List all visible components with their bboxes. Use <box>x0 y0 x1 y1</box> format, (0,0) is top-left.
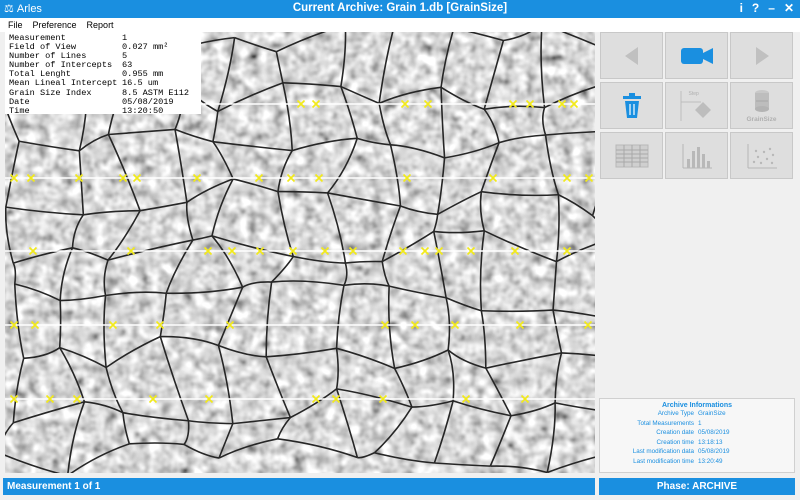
capture-button[interactable] <box>665 32 728 79</box>
info-row: Number of Intercepts 63 <box>9 61 197 70</box>
info-row: Field of View 0.027 mm² <box>9 42 197 53</box>
menu-report[interactable]: Report <box>87 20 114 30</box>
help-button[interactable]: ? <box>752 1 759 15</box>
archive-value: 13:18:13 <box>698 438 723 446</box>
info-label: Measurement <box>9 34 66 43</box>
info-label: Number of Lines <box>9 52 87 62</box>
trash-icon <box>622 92 641 118</box>
info-button[interactable]: i <box>740 1 743 15</box>
next-button[interactable] <box>730 32 793 79</box>
archive-value: 1 <box>698 419 702 427</box>
info-label: Mean Lineal Intercept <box>9 79 118 89</box>
histogram-button[interactable] <box>665 132 728 179</box>
measurement-status: Measurement 1 of 1 <box>3 478 595 495</box>
table-icon <box>615 144 648 167</box>
previous-button[interactable] <box>600 32 663 79</box>
archive-label: Creation time <box>656 438 694 446</box>
archive-info-rows: Archive Type GrainSize Total Measurements 1… <box>600 409 794 467</box>
archive-row: Last modification time 13:20:49 <box>600 457 794 467</box>
archive-value: 05/08/2019 <box>698 429 730 437</box>
histogram-icon <box>682 143 712 168</box>
minimize-button[interactable]: – <box>768 1 775 15</box>
grainsize-icon: GrainSize <box>740 86 784 126</box>
step-icon: Step <box>677 88 717 124</box>
archive-info-title: Archive Informations <box>661 402 732 409</box>
archive-row: Creation date 05/08/2019 <box>600 428 794 438</box>
archive-label: Last modification time <box>633 457 694 465</box>
archive-row: Total Measurements 1 <box>600 419 794 429</box>
close-button[interactable]: ✕ <box>784 1 794 15</box>
info-label: Time <box>9 106 30 116</box>
scatter-icon <box>747 143 777 168</box>
archive-row: Archive Type GrainSize <box>600 409 794 419</box>
grainsize-button[interactable]: GrainSize <box>730 82 793 129</box>
info-row: Total Lenght 0.955 mm <box>9 70 197 79</box>
info-value: 13:20:50 <box>122 105 164 116</box>
window-title: Current Archive: Grain 1.db [GrainSize] <box>292 2 508 14</box>
title-bar: ⚖ Arles Current Archive: Grain 1.db [Gra… <box>0 0 800 18</box>
menu-bar: File Preference Report <box>0 18 800 32</box>
archive-value: 13:20:49 <box>698 457 723 465</box>
info-label: Number of Intercepts <box>9 61 113 71</box>
archive-label: Last modification data <box>632 448 694 456</box>
archive-label: Archive Type <box>657 410 694 417</box>
grain-boundary <box>58 300 62 348</box>
camera-icon <box>680 47 713 64</box>
scatter-button[interactable] <box>730 132 793 179</box>
table-view-button[interactable] <box>600 132 663 179</box>
step-label: Step <box>688 90 699 97</box>
measurement-info-panel: Measurement 1 Field of View 0.027 mm² Number… <box>5 32 201 116</box>
menu-file[interactable]: File <box>8 20 23 30</box>
grainsize-label: GrainSize <box>746 115 777 123</box>
archive-label: Total Measurements <box>637 419 694 427</box>
archive-row: Creation time 13:18:13 <box>600 438 794 448</box>
info-value: 0.027 mm² <box>122 42 169 53</box>
micrograph-viewer[interactable]: Measurement 1 Field of View 0.027 mm² Number… <box>5 32 595 473</box>
arrow-left-icon <box>624 46 638 65</box>
info-label: Date <box>9 97 30 107</box>
archive-row: Last modification data 05/08/2019 <box>600 447 794 457</box>
phase-status: Phase: ARCHIVE <box>599 478 795 495</box>
arrow-right-icon <box>755 46 769 65</box>
info-label: Field of View <box>9 43 77 53</box>
info-label: Total Lenght <box>9 70 71 80</box>
info-row: Measurement 1 <box>9 33 197 43</box>
step-button[interactable]: Step <box>665 82 728 129</box>
window-controls: i ? – ✕ <box>740 1 794 15</box>
cylinder-icon <box>754 89 769 112</box>
archive-value: GrainSize <box>698 410 726 417</box>
archive-info-panel: Archive Informations Archive Type GrainSi… <box>599 398 795 473</box>
info-row: Date 05/08/2019 <box>9 97 197 107</box>
archive-value: 05/08/2019 <box>698 448 730 456</box>
delete-button[interactable] <box>600 82 663 129</box>
archive-label: Creation date <box>656 429 694 437</box>
info-label: Grain Size Index <box>9 88 92 98</box>
info-row: Time 13:20:50 <box>9 105 197 116</box>
info-row: Number of Lines 5 <box>9 52 197 61</box>
menu-preference[interactable]: Preference <box>33 20 77 30</box>
